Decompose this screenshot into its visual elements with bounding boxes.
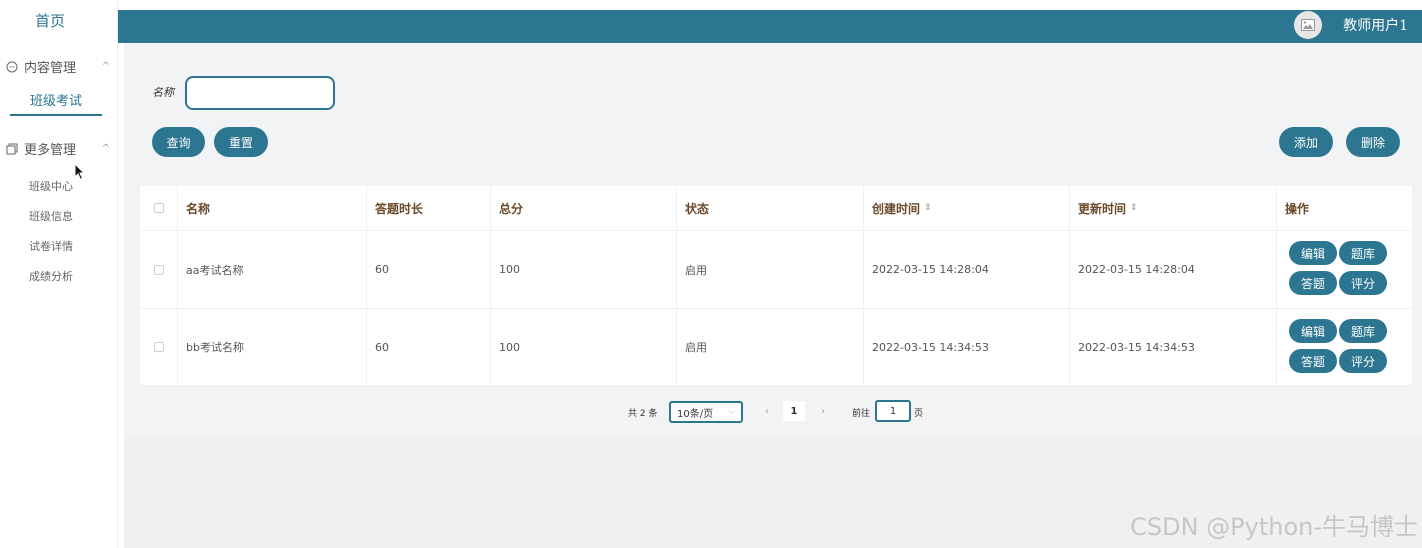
table-cell-updated: 2022-03-15 14:34:53 [1070, 309, 1277, 386]
mouse-cursor-icon [74, 162, 86, 185]
column-header-actions: 操作 [1277, 186, 1412, 231]
sort-icon[interactable]: ⇕ [924, 203, 932, 213]
menu-group-more-label: 更多管理 [24, 143, 77, 158]
page-number-current[interactable]: 1 [783, 401, 805, 421]
table-cell-updated: 2022-03-15 14:28:04 [1070, 231, 1277, 309]
exam-table: 名称 答题时长 总分 状态 创建时间 ⇕ 更新时间 ⇕ 操作 aa考试名称 60… [140, 186, 1412, 386]
page-size-value: 10条/页 [677, 408, 714, 420]
column-header-total: 总分 [491, 186, 677, 231]
column-header-status: 状态 [677, 186, 864, 231]
table-cell-duration: 60 [367, 231, 491, 309]
edit-button[interactable]: 编辑 [1289, 319, 1337, 343]
query-button[interactable]: 查询 [152, 127, 205, 157]
table-cell-name: bb考试名称 [178, 309, 367, 386]
image-icon [1301, 19, 1315, 31]
column-header-duration: 答题时长 [367, 186, 491, 231]
prev-page-button[interactable]: ‹ [756, 401, 778, 421]
row-checkbox[interactable] [153, 342, 164, 352]
table-cell-created: 2022-03-15 14:28:04 [864, 231, 1070, 309]
question-bank-button[interactable]: 题库 [1339, 319, 1387, 343]
sidebar-item-class-center[interactable]: 班级中心 [29, 178, 73, 194]
answer-button[interactable]: 答题 [1289, 271, 1337, 295]
table-cell-actions: 编辑 题库 答题 评分 [1277, 231, 1412, 309]
content-footer-area: CSDN @Python-牛马博士 [124, 437, 1422, 548]
column-header-updated-label: 更新时间 [1078, 201, 1127, 216]
chevron-down-icon: ⌵ [728, 407, 735, 417]
column-header-updated[interactable]: 更新时间 ⇕ [1070, 186, 1277, 231]
select-all-cell [140, 186, 178, 231]
sort-icon[interactable]: ⇕ [1130, 203, 1138, 213]
table-cell-duration: 60 [367, 309, 491, 386]
top-header: 教师用户1 [118, 10, 1422, 43]
chat-bubble-icon [6, 61, 18, 73]
question-bank-button[interactable]: 题库 [1339, 241, 1387, 265]
search-name-input[interactable] [185, 76, 335, 110]
sidebar: 首页 内容管理 ^ 班级考试 更多管理 ^ 班级中心 班级信息 试卷详情 成绩分… [0, 0, 118, 548]
column-header-created[interactable]: 创建时间 ⇕ [864, 186, 1070, 231]
copy-icon [6, 143, 18, 155]
row-checkbox[interactable] [153, 264, 164, 275]
watermark: CSDN @Python-牛马博士 [1130, 513, 1418, 541]
delete-button[interactable]: 删除 [1346, 127, 1400, 157]
goto-prefix-label: 前往 [852, 409, 871, 419]
avatar[interactable] [1294, 11, 1322, 39]
next-page-button[interactable]: › [812, 401, 834, 421]
table-cell-created: 2022-03-15 14:34:53 [864, 309, 1070, 386]
goto-suffix-label: 页 [914, 409, 924, 419]
table-cell-status: 启用 [677, 231, 864, 309]
chevron-up-icon: ^ [101, 61, 110, 72]
column-header-name: 名称 [178, 186, 367, 231]
username-label[interactable]: 教师用户1 [1343, 15, 1408, 35]
home-link[interactable]: 首页 [0, 10, 100, 31]
answer-button[interactable]: 答题 [1289, 349, 1337, 373]
table-cell-total: 100 [491, 231, 677, 309]
chevron-up-icon: ^ [101, 143, 110, 154]
sidebar-item-class-exam[interactable]: 班级考试 [10, 91, 102, 116]
page-size-select[interactable]: 10条/页 ⌵ [669, 401, 743, 423]
pagination-total: 共 2 条 [628, 409, 658, 419]
menu-group-more[interactable]: 更多管理 ^ [6, 139, 110, 158]
search-name-label: 名称 [152, 86, 174, 99]
menu-group-content[interactable]: 内容管理 ^ [6, 57, 110, 76]
select-all-checkbox[interactable] [153, 203, 164, 213]
reset-button[interactable]: 重置 [214, 127, 268, 157]
sidebar-item-class-info[interactable]: 班级信息 [29, 208, 73, 224]
table-cell-actions: 编辑 题库 答题 评分 [1277, 309, 1412, 386]
sidebar-item-paper-detail[interactable]: 试卷详情 [29, 238, 73, 254]
column-header-created-label: 创建时间 [872, 201, 921, 216]
table-row-checkbox-cell [140, 231, 178, 309]
sidebar-item-score-analysis[interactable]: 成绩分析 [29, 268, 73, 284]
table-row-checkbox-cell [140, 309, 178, 386]
table-cell-name: aa考试名称 [178, 231, 367, 309]
table-cell-total: 100 [491, 309, 677, 386]
grade-button[interactable]: 评分 [1339, 271, 1387, 295]
add-button[interactable]: 添加 [1279, 127, 1333, 157]
menu-group-content-label: 内容管理 [24, 61, 77, 76]
goto-page-input[interactable]: 1 [875, 400, 911, 422]
table-cell-status: 启用 [677, 309, 864, 386]
grade-button[interactable]: 评分 [1339, 349, 1387, 373]
edit-button[interactable]: 编辑 [1289, 241, 1337, 265]
